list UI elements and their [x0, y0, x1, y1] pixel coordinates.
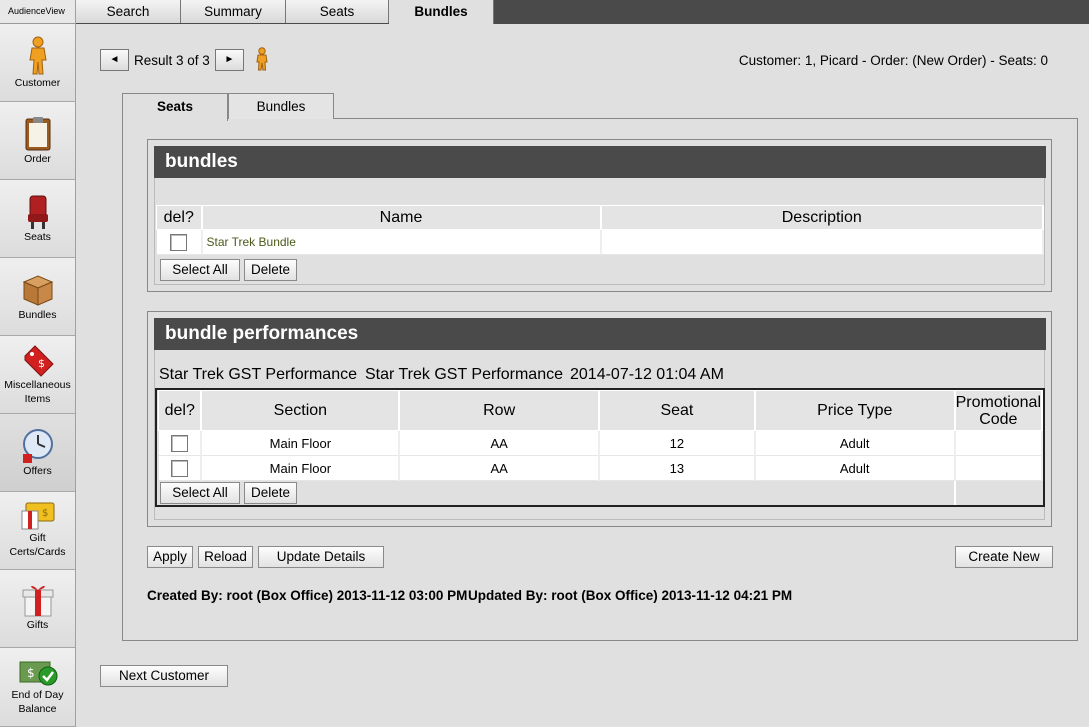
sidebar-item-label: Seats [24, 231, 51, 243]
promo-code-cell [954, 455, 1044, 481]
next-result-button[interactable]: ► [215, 49, 244, 71]
performance-date: 2014-07-12 01:04 AM [570, 366, 724, 383]
app-brand: AudienceView [0, 0, 75, 24]
reload-button[interactable]: Reload [198, 546, 253, 568]
column-header-seat: Seat [598, 390, 756, 431]
gift-card-icon: $ [21, 502, 54, 530]
seat-cell: 13 [599, 455, 756, 481]
bundles-section-title: bundles [154, 146, 1046, 178]
delete-checkbox-cell [158, 455, 203, 481]
bundle-name-cell: Star Trek Bundle [201, 229, 602, 255]
sidebar-item-order[interactable]: Order [0, 102, 75, 180]
person-icon [28, 36, 47, 75]
bundle-performances-title: bundle performances [154, 318, 1046, 350]
column-header-row: Row [398, 390, 600, 431]
column-header-price-type: Price Type [754, 390, 956, 431]
tab-summary[interactable]: Summary [181, 0, 286, 23]
updated-by-text: Updated By: root (Box Office) 2013-11-12… [468, 588, 793, 603]
customer-person-icon[interactable] [253, 47, 271, 71]
svg-text:$: $ [38, 357, 45, 370]
price-tag-icon: $ [24, 345, 54, 377]
delete-checkbox[interactable] [170, 459, 188, 477]
sidebar-item-label: Order [24, 153, 51, 165]
performances-select-all-button[interactable]: Select All [160, 482, 240, 504]
column-header-description: Description [600, 205, 1044, 230]
sidebar-item-offers[interactable]: Offers [0, 414, 75, 492]
column-header-section: Section [200, 390, 401, 431]
sidebar-item-label: End of Day Balance [11, 689, 64, 715]
next-customer-button[interactable]: Next Customer [100, 665, 228, 687]
sidebar-item-label: Gift Certs/Cards [9, 532, 66, 558]
sidebar-item-seats[interactable]: Seats [0, 180, 75, 258]
bundles-select-all-button[interactable]: Select All [160, 259, 240, 281]
apply-button[interactable]: Apply [147, 546, 193, 568]
table-row: Star Trek Bundle [156, 229, 1044, 255]
tab-search[interactable]: Search [76, 0, 181, 23]
sidebar-item-miscellaneous-items[interactable]: $ Miscellaneous Items [0, 336, 75, 414]
money-check-icon: $ [19, 661, 57, 686]
column-header-del: del? [156, 205, 203, 230]
delete-checkbox-cell [158, 430, 203, 456]
price-type-cell: Adult [754, 430, 956, 456]
gift-icon [22, 585, 53, 617]
previous-result-button[interactable]: ◄ [100, 49, 129, 71]
sidebar-item-bundles[interactable]: Bundles [0, 258, 75, 336]
performances-delete-button[interactable]: Delete [244, 482, 297, 504]
create-new-button[interactable]: Create New [955, 546, 1053, 568]
inner-tab-bundles[interactable]: Bundles [228, 93, 334, 119]
tab-bundles[interactable]: Bundles [389, 0, 494, 24]
delete-checkbox[interactable] [170, 434, 188, 452]
sidebar: AudienceView Customer Order Seats Bundle… [0, 0, 76, 727]
result-count-text: Result 3 of 3 [134, 53, 210, 68]
price-type-cell: Adult [754, 455, 956, 481]
top-tab-bar: Search Summary Seats Bundles [76, 0, 1089, 24]
table-row: Main Floor AA 12 Adult [158, 430, 1044, 456]
column-header-name: Name [201, 205, 602, 230]
bundles-table: del? Name Description Star Trek Bundle [156, 205, 1044, 255]
created-by-text: Created By: root (Box Office) 2013-11-12… [147, 588, 468, 603]
delete-checkbox-cell [156, 229, 203, 255]
row-cell: AA [399, 430, 600, 456]
table-divider [954, 481, 956, 505]
section-cell: Main Floor [201, 455, 401, 481]
performance-seats-table: del? Section Row Seat Price Type Promoti… [158, 390, 1044, 481]
sidebar-item-label: Gifts [26, 619, 49, 631]
sidebar-item-label: Bundles [18, 309, 57, 321]
svg-text:$: $ [42, 508, 48, 519]
customer-order-summary: Customer: 1, Picard - Order: (New Order)… [738, 53, 1048, 68]
column-header-del: del? [158, 390, 203, 431]
seat-cell: 12 [599, 430, 756, 456]
sidebar-item-label: Offers [23, 465, 52, 477]
section-cell: Main Floor [201, 430, 401, 456]
performance-name-secondary: Star Trek GST Performance [365, 366, 563, 383]
tab-seats[interactable]: Seats [286, 0, 389, 23]
sidebar-item-gifts[interactable]: Gifts [0, 570, 75, 648]
sidebar-item-label: Miscellaneous Items [4, 379, 71, 405]
sidebar-item-label: Customer [14, 77, 61, 89]
sidebar-item-gift-certs-cards[interactable]: $ Gift Certs/Cards [0, 492, 75, 570]
performance-name: Star Trek GST Performance [159, 366, 357, 383]
sidebar-item-customer[interactable]: Customer [0, 24, 75, 102]
promo-code-cell [954, 430, 1044, 456]
inner-tab-seats[interactable]: Seats [122, 93, 228, 121]
bundle-description-cell [600, 229, 1044, 255]
column-header-promotional-code: Promotional Code [954, 390, 1044, 431]
seat-icon [27, 195, 48, 229]
svg-text:$: $ [27, 666, 35, 680]
delete-checkbox[interactable] [170, 233, 187, 251]
row-cell: AA [399, 455, 600, 481]
bundles-delete-button[interactable]: Delete [244, 259, 297, 281]
table-row: Main Floor AA 13 Adult [158, 455, 1044, 481]
box-icon [22, 275, 53, 306]
clipboard-icon [25, 117, 50, 151]
update-details-button[interactable]: Update Details [258, 546, 384, 568]
clock-icon [22, 429, 53, 463]
sidebar-item-end-of-day-balance[interactable]: $ End of Day Balance [0, 648, 75, 727]
bundle-name-link[interactable]: Star Trek Bundle [207, 235, 296, 249]
